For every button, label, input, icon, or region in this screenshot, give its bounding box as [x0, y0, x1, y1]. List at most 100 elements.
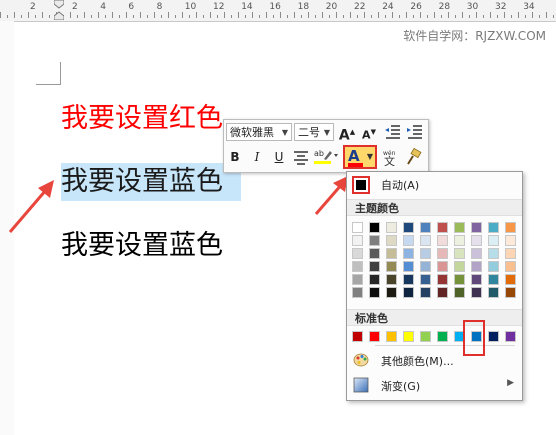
theme-color-swatch[interactable] [437, 235, 448, 246]
theme-color-swatch[interactable] [403, 287, 414, 298]
standard-color-swatch[interactable] [505, 331, 516, 342]
theme-color-swatch[interactable] [352, 274, 363, 285]
theme-color-swatch[interactable] [454, 261, 465, 272]
theme-color-swatch[interactable] [437, 222, 448, 233]
theme-color-swatch[interactable] [386, 222, 397, 233]
font-name-combo[interactable]: 微软雅黑 ▼ [226, 123, 292, 141]
standard-color-swatch[interactable] [437, 331, 448, 342]
theme-color-swatch[interactable] [420, 261, 431, 272]
ruler-tick [133, 15, 134, 18]
theme-color-swatch[interactable] [437, 248, 448, 259]
format-painter-icon[interactable] [404, 148, 422, 166]
theme-color-swatch[interactable] [454, 274, 465, 285]
underline-button[interactable]: U [270, 148, 288, 166]
font-size-combo[interactable]: 二号 ▼ [294, 123, 334, 141]
theme-color-swatch[interactable] [420, 222, 431, 233]
theme-color-swatch[interactable] [437, 274, 448, 285]
theme-color-swatch[interactable] [403, 235, 414, 246]
theme-color-swatch[interactable] [386, 248, 397, 259]
increase-indent-icon[interactable] [406, 123, 424, 141]
theme-color-swatch[interactable] [369, 248, 380, 259]
ruler-tick [364, 12, 365, 18]
theme-color-swatch[interactable] [505, 287, 516, 298]
theme-color-swatch[interactable] [437, 261, 448, 272]
ruler-number: 14 [241, 2, 253, 12]
theme-color-swatch[interactable] [454, 248, 465, 259]
theme-color-swatch[interactable] [420, 274, 431, 285]
theme-color-swatch[interactable] [369, 287, 380, 298]
theme-color-swatch[interactable] [488, 261, 499, 272]
theme-color-swatch[interactable] [369, 222, 380, 233]
theme-color-swatch[interactable] [386, 235, 397, 246]
font-color-button[interactable]: A ▼ [343, 145, 377, 169]
theme-color-swatch[interactable] [471, 222, 482, 233]
theme-color-swatch[interactable] [488, 222, 499, 233]
ruler-tick [175, 15, 176, 18]
svg-text:文: 文 [384, 154, 395, 166]
ruler-number: 30 [466, 2, 479, 12]
theme-color-swatch[interactable] [403, 222, 414, 233]
standard-color-swatch[interactable] [403, 331, 414, 342]
theme-color-swatch[interactable] [454, 235, 465, 246]
theme-color-swatch[interactable] [471, 287, 482, 298]
theme-color-swatch[interactable] [420, 235, 431, 246]
theme-color-swatch[interactable] [505, 274, 516, 285]
italic-button[interactable]: I [248, 148, 266, 166]
theme-color-swatch[interactable] [420, 287, 431, 298]
standard-color-swatch[interactable] [488, 331, 499, 342]
grow-font-button[interactable]: A▲ [338, 123, 356, 144]
theme-color-swatch[interactable] [386, 261, 397, 272]
theme-color-swatch[interactable] [437, 287, 448, 298]
horizontal-ruler[interactable]: 2 2 4 6 8 10 12 14 16 18 20 22 24 26 28 30 32 34 [0, 0, 556, 22]
ruler-tick [217, 15, 218, 18]
phonetic-guide-icon[interactable]: wén 文 [382, 148, 400, 166]
more-colors-item[interactable]: 其他颜色(M)... [347, 348, 522, 372]
standard-color-swatch[interactable] [386, 331, 397, 342]
highlight-color-icon[interactable]: ab [313, 147, 339, 165]
doc-line-selected[interactable]: 我要设置蓝色 [61, 163, 241, 201]
theme-color-swatch[interactable] [505, 235, 516, 246]
theme-color-swatch[interactable] [505, 248, 516, 259]
doc-line-red[interactable]: 我要设置红色 [61, 100, 223, 138]
theme-color-swatch[interactable] [488, 274, 499, 285]
theme-color-swatch[interactable] [403, 261, 414, 272]
theme-color-swatch[interactable] [471, 274, 482, 285]
theme-color-swatch[interactable] [488, 287, 499, 298]
gradient-item[interactable]: 渐变(G) ▶ [347, 373, 522, 397]
theme-color-swatch[interactable] [454, 287, 465, 298]
theme-color-swatch[interactable] [505, 222, 516, 233]
ruler-tick [189, 15, 190, 18]
ruler-number: 26 [410, 2, 422, 12]
theme-color-swatch[interactable] [386, 287, 397, 298]
shrink-font-button[interactable]: A▼ [360, 123, 378, 142]
font-color-bar [348, 163, 363, 167]
theme-color-swatch[interactable] [352, 287, 363, 298]
theme-color-swatch[interactable] [454, 222, 465, 233]
theme-color-swatch[interactable] [352, 248, 363, 259]
indent-marker-icon[interactable] [54, 0, 64, 20]
theme-color-swatch[interactable] [386, 274, 397, 285]
theme-color-swatch[interactable] [369, 235, 380, 246]
theme-color-swatch[interactable] [471, 235, 482, 246]
decrease-indent-icon[interactable] [384, 123, 402, 141]
theme-color-swatch[interactable] [403, 274, 414, 285]
theme-color-swatch[interactable] [403, 248, 414, 259]
theme-color-swatch[interactable] [352, 222, 363, 233]
theme-color-swatch[interactable] [352, 235, 363, 246]
automatic-color-item[interactable]: 自动(A) [347, 172, 522, 198]
theme-color-swatch[interactable] [352, 261, 363, 272]
standard-color-swatch[interactable] [369, 331, 380, 342]
theme-color-swatch[interactable] [420, 248, 431, 259]
theme-color-swatch[interactable] [488, 235, 499, 246]
standard-color-swatch[interactable] [420, 331, 431, 342]
center-align-icon[interactable] [292, 148, 310, 166]
theme-color-swatch[interactable] [505, 261, 516, 272]
theme-color-swatch[interactable] [471, 261, 482, 272]
bold-button[interactable]: B [226, 148, 244, 166]
theme-color-swatch[interactable] [369, 274, 380, 285]
doc-line-plain[interactable]: 我要设置蓝色 [61, 227, 223, 265]
theme-color-swatch[interactable] [471, 248, 482, 259]
theme-color-swatch[interactable] [369, 261, 380, 272]
theme-color-swatch[interactable] [488, 248, 499, 259]
standard-color-swatch[interactable] [352, 331, 363, 342]
